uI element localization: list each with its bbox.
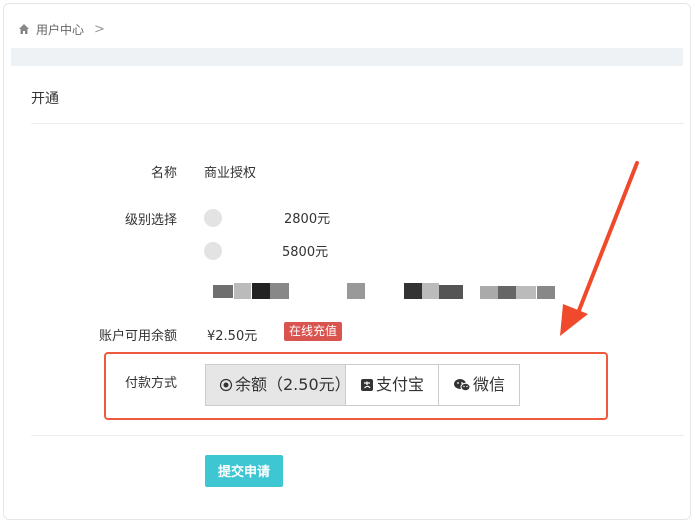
name-value: 商业授权: [204, 166, 257, 181]
radio-dot-icon: [219, 378, 233, 392]
name-label: 名称: [150, 166, 177, 181]
home-icon: [19, 24, 29, 34]
redacted-block: [537, 286, 555, 299]
redacted-block: [252, 283, 270, 299]
pay-option-wechat[interactable]: 微信: [439, 365, 520, 405]
redacted-block: [516, 286, 536, 299]
wechat-icon: [453, 378, 471, 392]
divider: [31, 435, 684, 436]
redacted-block: [213, 285, 233, 298]
section-title: 开通: [31, 91, 59, 107]
level-option-2[interactable]: 5800元: [204, 241, 328, 260]
recharge-button[interactable]: 在线充值: [284, 322, 343, 341]
level-option-1-price: 2800元: [284, 212, 331, 227]
redacted-block: [439, 285, 463, 299]
pay-option-wechat-label: 微信: [473, 375, 506, 394]
level-option-2-price: 5800元: [282, 245, 329, 260]
divider: [31, 123, 684, 124]
breadcrumb-separator: >: [94, 21, 105, 37]
redacted-block: [498, 286, 516, 299]
level-label: 级别选择: [124, 213, 177, 228]
balance-value: ¥2.50元: [207, 329, 258, 344]
redacted-block: [422, 283, 439, 299]
pay-method-group: 余额（2.50元） 支付宝 微信: [205, 364, 521, 406]
redacted-block: [404, 283, 422, 299]
header-band: [11, 48, 683, 66]
redacted-block: [234, 283, 251, 299]
pay-option-balance[interactable]: 余额（2.50元）: [206, 365, 351, 405]
submit-button[interactable]: 提交申请: [205, 455, 283, 487]
radio-button[interactable]: [204, 208, 222, 227]
page-frame: [3, 3, 691, 520]
alipay-icon: [360, 378, 374, 392]
pay-option-alipay-label: 支付宝: [376, 375, 425, 394]
breadcrumb: 用户中心 >: [18, 20, 105, 38]
breadcrumb-user-center[interactable]: 用户中心: [36, 21, 84, 38]
redacted-block: [270, 283, 289, 299]
balance-label: 账户可用余额: [98, 329, 177, 344]
level-option-1[interactable]: 2800元: [204, 208, 330, 227]
pay-option-alipay[interactable]: 支付宝: [346, 365, 440, 405]
redacted-block: [347, 283, 365, 299]
pay-method-label: 付款方式: [124, 376, 177, 391]
radio-button[interactable]: [204, 241, 222, 260]
redacted-block: [480, 286, 498, 299]
pay-option-balance-label: 余额（2.50元）: [235, 375, 351, 394]
